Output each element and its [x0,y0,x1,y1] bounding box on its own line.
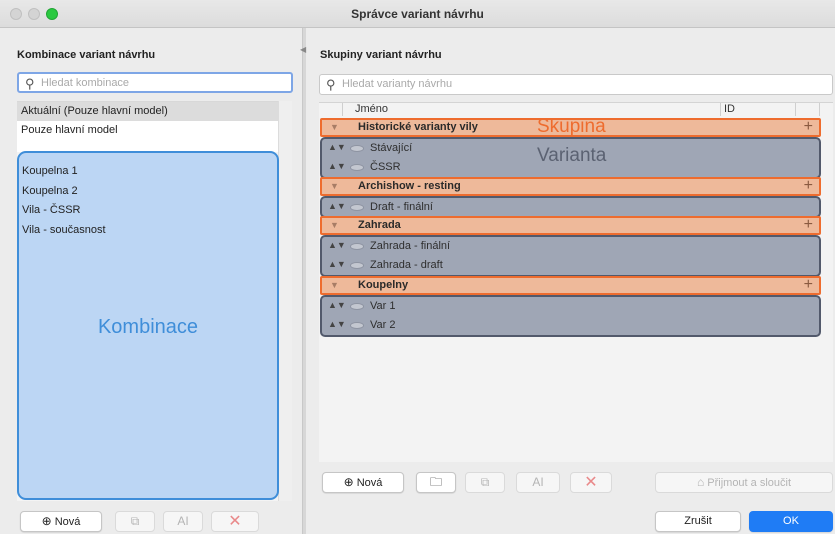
new-group-button[interactable]: 🗀 [416,472,456,493]
new-combination-button[interactable]: ⊕ Nová [20,511,102,532]
reorder-arrows-icon[interactable]: ▲▼ [328,240,346,250]
reorder-arrows-icon[interactable]: ▲▼ [328,142,346,152]
rename-icon: AI [532,475,544,489]
new-folder-icon: 🗀 [429,475,442,489]
cancel-button[interactable]: Zrušit [655,511,741,532]
reorder-arrows-icon[interactable]: ▲▼ [328,259,346,269]
add-variant-icon[interactable]: + [804,216,813,234]
column-separator [342,103,343,116]
reorder-arrows-icon[interactable]: ▲▼ [328,161,346,171]
ok-button[interactable]: OK [749,511,833,532]
variant-overlay-label: Varianta [537,145,607,166]
search-icon: ⚲ [25,76,35,91]
add-variant-icon[interactable]: + [804,118,813,136]
variant-name: Stávající [370,142,413,154]
splitter[interactable] [302,28,306,534]
list-item[interactable]: Vila - současnost [22,224,106,236]
design-variant-manager-window: Správce variant návrhu Kombinace variant… [0,0,835,534]
duplicate-combination-button[interactable]: ⧉ [115,511,155,532]
add-circle-icon: ⊕ [41,514,52,528]
duplicate-icon: ⧉ [130,514,140,528]
delete-icon: ✕ [584,474,598,491]
add-circle-icon: ⊕ [343,475,354,489]
group-name: Archishow - resting [358,180,461,192]
variant-name: Var 2 [370,319,396,331]
duplicate-variant-button[interactable]: ⧉ [465,472,505,493]
add-variant-icon[interactable]: + [804,177,813,195]
combinations-highlight: Koupelna 1 Koupelna 2 Vila - ČSSR Vila -… [17,151,279,500]
disclosure-triangle-icon[interactable]: ▼ [330,122,339,132]
variant-block: ▲▼ Draft - finální [320,196,821,218]
group-overlay-label: Skupina [537,116,606,137]
list-item[interactable]: Koupelna 2 [22,185,78,197]
title-bar: Správce variant návrhu [0,0,835,28]
visibility-eye-icon[interactable] [350,303,364,310]
new-combination-label: Nová [54,516,81,528]
variant-name: Zahrada - finální [370,240,451,252]
variant-name: Var 1 [370,300,396,312]
rename-combination-button[interactable]: AI [163,511,203,532]
list-item[interactable]: Aktuální (Pouze hlavní model) [17,102,280,121]
variants-search-placeholder: Hledat varianty návrhu [342,78,453,90]
variant-name: Zahrada - draft [370,259,443,271]
group-row[interactable]: ▼ Koupelny + [320,276,821,295]
variant-row[interactable]: ▲▼ Zahrada - draft [322,256,819,276]
combinations-panel-title: Kombinace variant návrhu [17,49,156,61]
group-row[interactable]: ▼ Zahrada + [320,216,821,235]
delete-combination-button[interactable]: ✕ [211,511,259,532]
visibility-eye-icon[interactable] [350,262,364,269]
duplicate-icon: ⧉ [480,475,490,489]
list-item[interactable]: Pouze hlavní model [17,121,280,140]
column-separator [795,103,796,116]
delete-variant-button[interactable]: ✕ [570,472,612,493]
rename-icon: AI [177,514,189,528]
variant-row[interactable]: ▲▼ Var 2 [322,316,819,336]
variant-block: ▲▼ Var 1 ▲▼ Var 2 [320,295,821,337]
variant-block: ▲▼ Zahrada - finální ▲▼ Zahrada - draft [320,235,821,277]
combinations-search-input[interactable]: ⚲ Hledat kombinace [17,72,293,93]
reorder-arrows-icon[interactable]: ▲▼ [328,319,346,329]
combinations-scrollbar[interactable] [278,101,292,501]
variant-groups-panel-title: Skupiny variant návrhu [320,49,442,61]
group-name: Koupelny [358,279,409,291]
column-header-name[interactable]: Jméno [355,101,388,117]
group-row[interactable]: ▼ Archishow - resting + [320,177,821,196]
group-name: Historické varianty vily [358,121,478,133]
column-header-id[interactable]: ID [724,101,735,117]
column-separator [720,103,721,116]
delete-icon: ✕ [228,513,242,530]
house-icon: ⌂ [696,475,705,489]
accept-and-merge-label: Přijmout a sloučit [707,477,792,489]
variant-row[interactable]: ▲▼ Zahrada - finální [322,237,819,257]
column-separator [819,103,820,116]
disclosure-triangle-icon[interactable]: ▼ [330,181,339,191]
visibility-eye-icon[interactable] [350,145,364,152]
list-item[interactable]: Koupelna 1 [22,165,78,177]
rename-variant-button[interactable]: AI [516,472,560,493]
combinations-overlay-label: Kombinace [97,316,199,338]
variant-name: ČSSR [370,161,401,173]
list-item[interactable]: Vila - ČSSR [22,204,80,216]
reorder-arrows-icon[interactable]: ▲▼ [328,300,346,310]
reorder-arrows-icon[interactable]: ▲▼ [328,201,346,211]
new-variant-button[interactable]: ⊕ Nová [322,472,404,493]
new-variant-label: Nová [356,477,383,489]
visibility-eye-icon[interactable] [350,322,364,329]
variant-row[interactable]: ▲▼ Var 1 [322,297,819,317]
visibility-eye-icon[interactable] [350,204,364,211]
disclosure-triangle-icon[interactable]: ▼ [330,280,339,290]
accept-and-merge-button[interactable]: ⌂ Přijmout a sloučit [655,472,833,493]
search-icon: ⚲ [326,77,336,92]
variants-search-input[interactable]: ⚲ Hledat varianty návrhu [319,74,833,95]
group-name: Zahrada [358,219,401,231]
visibility-eye-icon[interactable] [350,164,364,171]
window-title: Správce variant návrhu [351,7,484,21]
combinations-search-placeholder: Hledat kombinace [41,77,130,89]
disclosure-triangle-icon[interactable]: ▼ [330,220,339,230]
variant-name: Draft - finální [370,201,433,213]
variant-row[interactable]: ▲▼ Draft - finální [322,198,819,218]
add-variant-icon[interactable]: + [804,276,813,294]
collapse-triangle-icon[interactable]: ◀ [300,45,306,54]
visibility-eye-icon[interactable] [350,243,364,250]
